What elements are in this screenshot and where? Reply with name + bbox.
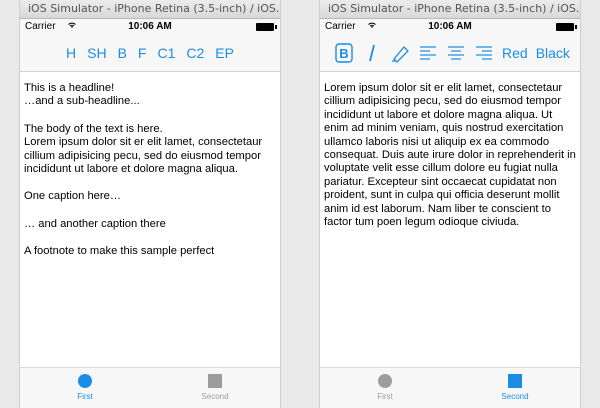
tab-first[interactable]: First bbox=[20, 368, 150, 408]
footnote-text: A footnote to make this sample perfect bbox=[24, 245, 215, 258]
nav-caption2-button[interactable]: C2 bbox=[186, 45, 204, 61]
simulator-window-left: iOS Simulator - iPhone Retina (3.5-inch)… bbox=[20, 0, 280, 408]
square-icon bbox=[508, 374, 522, 388]
black-color-button[interactable]: Black bbox=[536, 45, 570, 61]
battery-icon bbox=[256, 23, 277, 31]
tab-first-label: First bbox=[77, 392, 93, 401]
window-title: iOS Simulator - iPhone Retina (3.5-inch)… bbox=[20, 0, 280, 19]
tab-second-label: Second bbox=[201, 392, 229, 401]
status-bar: Carrier 10:06 AM bbox=[320, 19, 580, 35]
tab-bar: First Second bbox=[20, 367, 280, 408]
italic-icon[interactable] bbox=[362, 43, 382, 63]
simulator-window-right: iOS Simulator - iPhone Retina (3.5-inch)… bbox=[320, 0, 580, 408]
status-bar: Carrier 10:06 AM bbox=[20, 19, 280, 35]
caption2-text: … and another caption there bbox=[24, 217, 166, 230]
body-intro-text: The body of the text is here. bbox=[24, 122, 163, 135]
nav-footnote-button[interactable]: F bbox=[138, 45, 147, 61]
tab-bar: First Second bbox=[320, 367, 580, 408]
body-text: Lorem ipsum dolor sit er elit lamet, con… bbox=[324, 82, 576, 229]
square-icon bbox=[208, 374, 222, 388]
circle-icon bbox=[378, 374, 392, 388]
tab-second[interactable]: Second bbox=[450, 368, 580, 408]
nav-body-button[interactable]: B bbox=[118, 45, 127, 61]
format-toolbar: B Red Black bbox=[320, 35, 580, 72]
red-color-button[interactable]: Red bbox=[502, 45, 528, 61]
battery-icon bbox=[556, 23, 577, 31]
style-nav-bar: H SH B F C1 C2 EP bbox=[20, 35, 280, 72]
tab-first-label: First bbox=[377, 392, 393, 401]
nav-headline-button[interactable]: H bbox=[66, 45, 76, 61]
status-time: 10:06 AM bbox=[428, 21, 472, 32]
svg-text:B: B bbox=[339, 46, 348, 61]
bold-icon[interactable]: B bbox=[334, 43, 354, 63]
window-title: iOS Simulator - iPhone Retina (3.5-inch)… bbox=[320, 0, 580, 19]
tab-second-label: Second bbox=[501, 392, 529, 401]
circle-icon bbox=[78, 374, 92, 388]
highlighter-icon[interactable] bbox=[390, 43, 410, 63]
subheadline-text: …and a sub-headline... bbox=[24, 95, 140, 108]
headline-text: This is a headline! bbox=[24, 82, 115, 94]
align-right-icon[interactable] bbox=[474, 43, 494, 63]
nav-caption1-button[interactable]: C1 bbox=[157, 45, 175, 61]
status-time: 10:06 AM bbox=[128, 21, 172, 32]
tab-second[interactable]: Second bbox=[150, 368, 280, 408]
caption1-text: One caption here… bbox=[24, 190, 122, 203]
body-text: Lorem ipsum dolor sit er elit lamet, con… bbox=[24, 136, 263, 176]
nav-ep-button[interactable]: EP bbox=[215, 45, 234, 61]
tab-first[interactable]: First bbox=[320, 368, 450, 408]
align-left-icon[interactable] bbox=[418, 43, 438, 63]
text-content: This is a headline! …and a sub-headline.… bbox=[20, 72, 280, 259]
align-center-icon[interactable] bbox=[446, 43, 466, 63]
text-view[interactable]: Lorem ipsum dolor sit er elit lamet, con… bbox=[320, 72, 580, 229]
nav-subheadline-button[interactable]: SH bbox=[87, 45, 106, 61]
